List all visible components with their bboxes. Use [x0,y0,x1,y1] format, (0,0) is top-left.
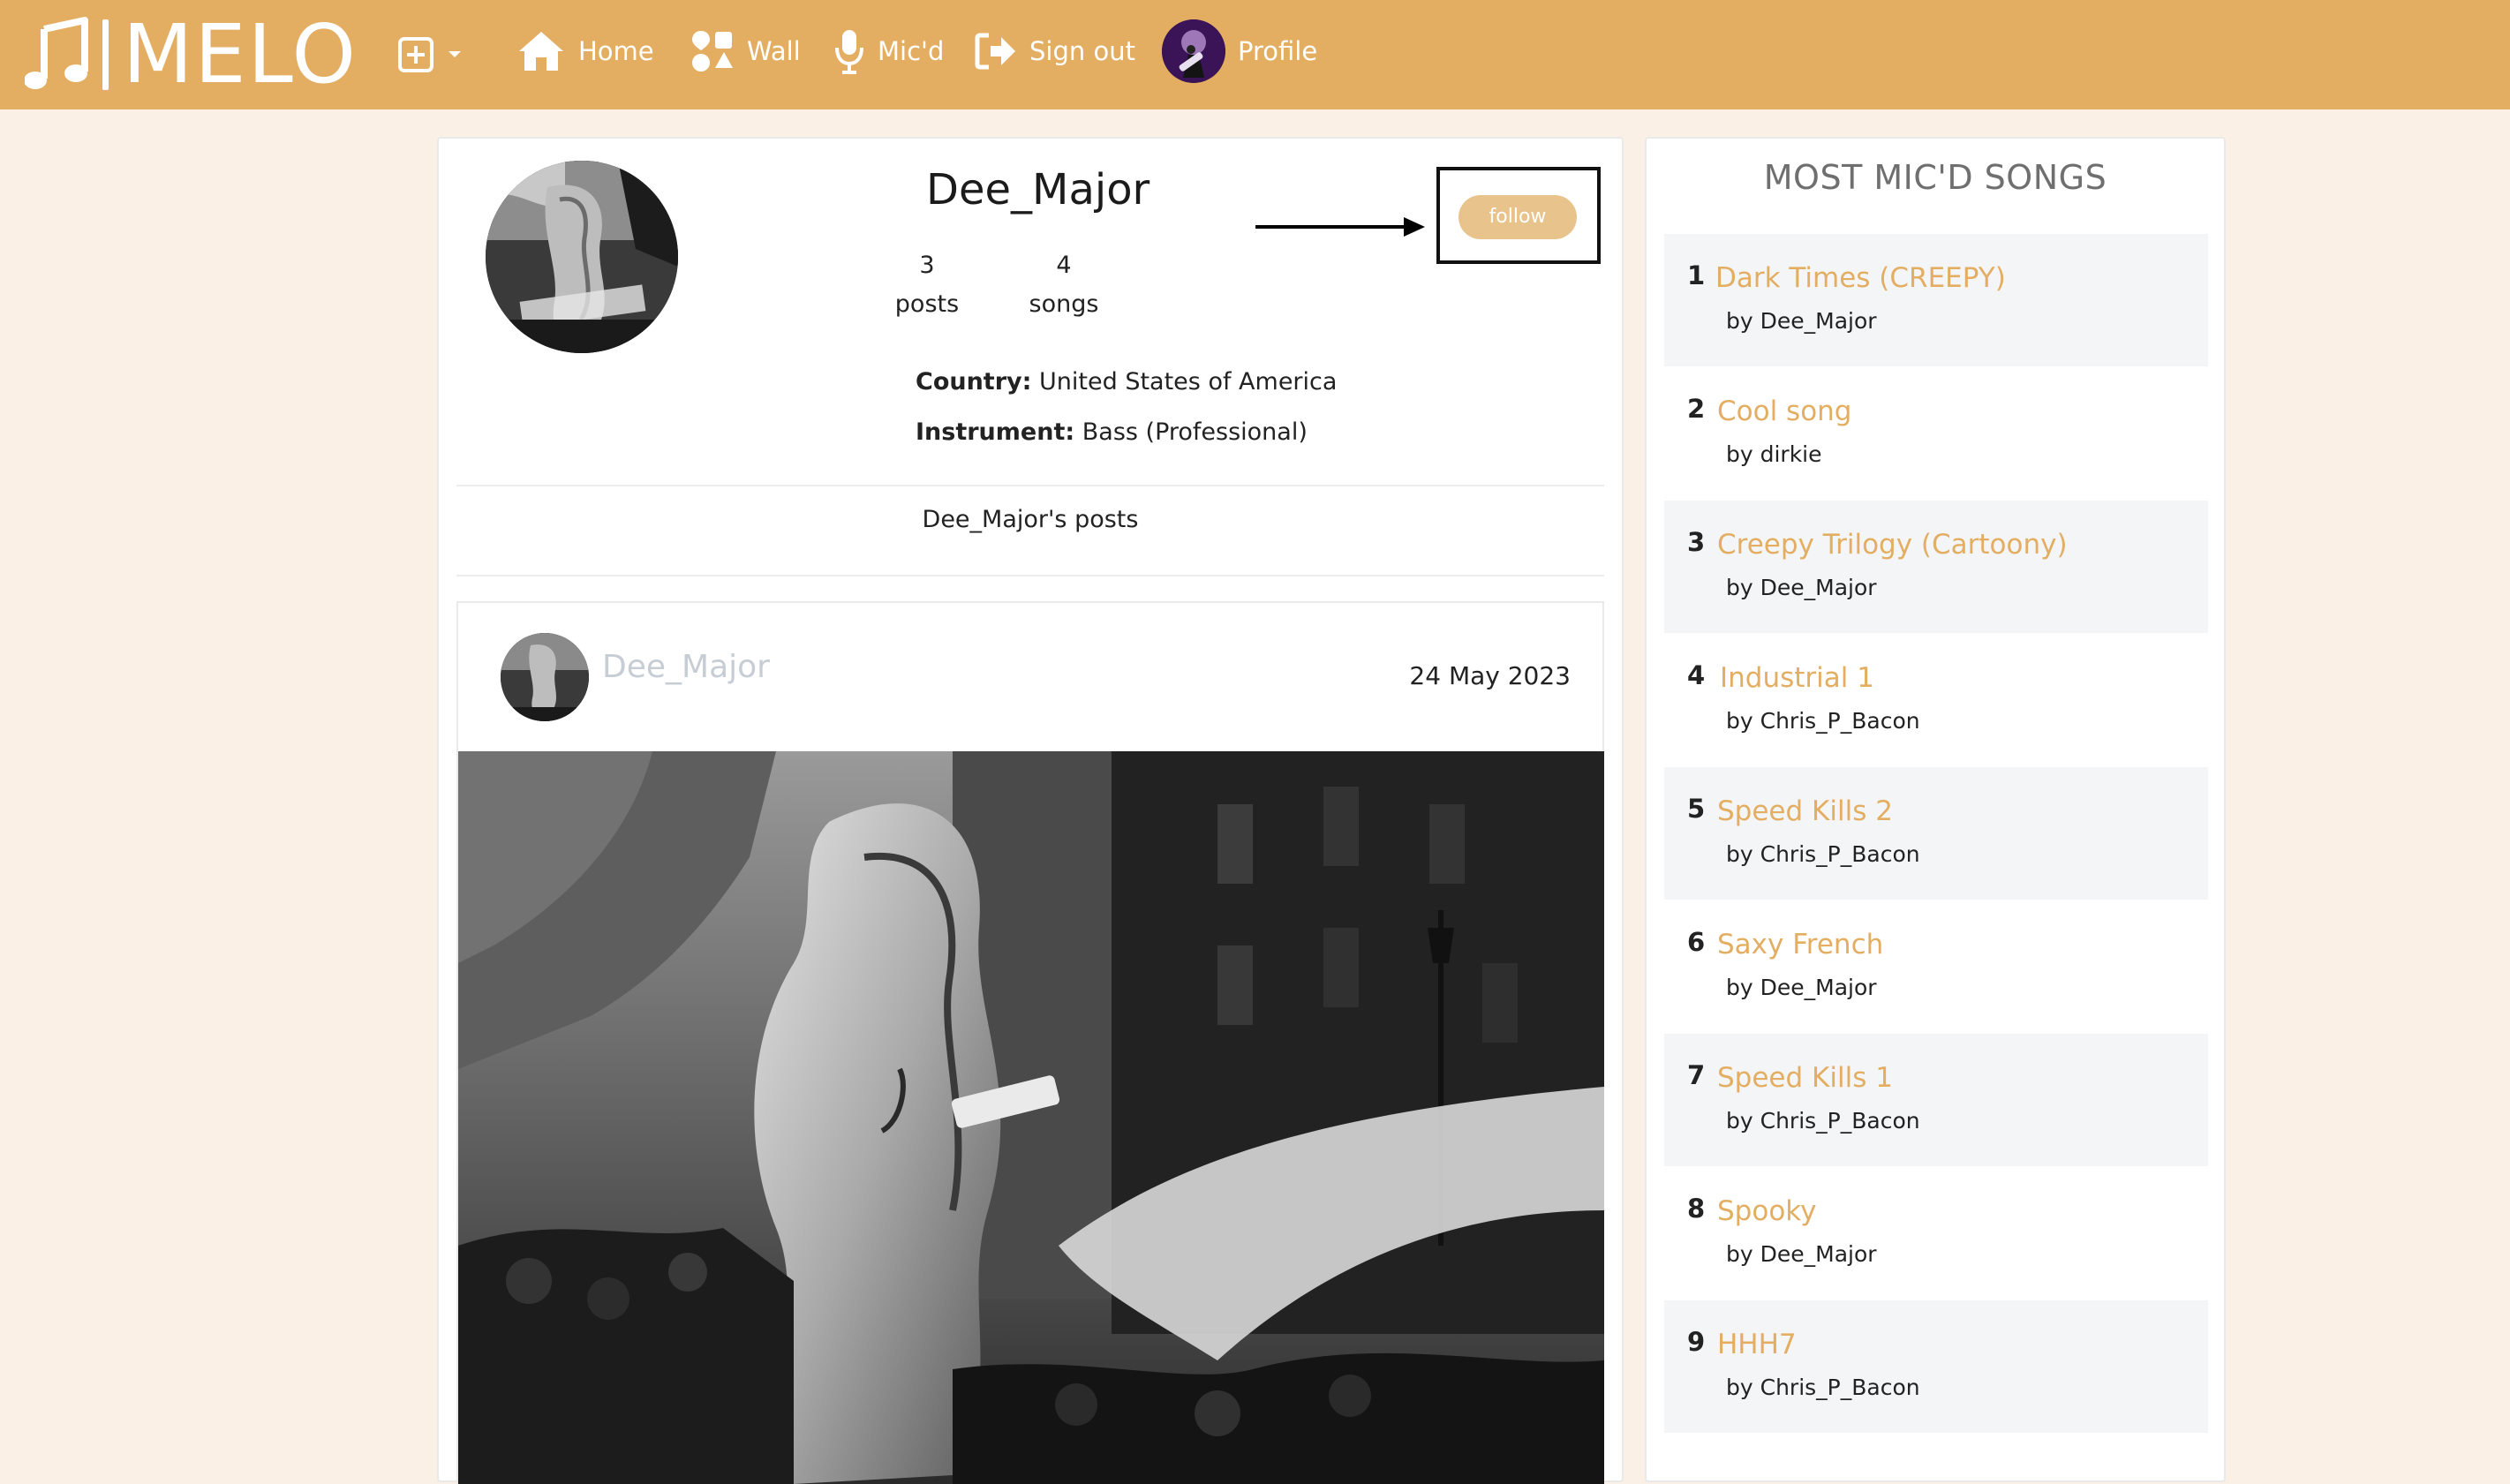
song-title-link[interactable]: Speed Kills 1 [1717,1062,1893,1094]
navbar: MELO Home Wall Mic'd Sign out Profile [0,0,2510,109]
posts-count: 3 [919,252,935,279]
song-rank: 8 [1687,1194,1706,1224]
country-label: Country: [916,368,1032,395]
sign-out-icon [975,33,1015,70]
songs-count: 4 [1056,252,1072,279]
song-title-link[interactable]: Speed Kills 2 [1717,795,1893,827]
list-item: 3 Creepy Trilogy (Cartoony) by Dee_Major [1664,501,2208,633]
guitarist-image [1162,19,1225,83]
song-title-link[interactable]: Industrial 1 [1720,662,1874,694]
nav-sign-out[interactable]: Sign out [975,25,1135,78]
song-artist: by dirkie [1726,441,1822,467]
list-item: 5 Speed Kills 2 by Chris_P_Bacon [1664,767,2208,900]
double-bass-photo [486,161,678,353]
song-rank: 1 [1687,260,1706,290]
logo-divider [102,19,109,90]
music-note-icon [25,17,88,89]
divider [456,575,1604,576]
caret-down-icon [448,51,461,57]
melo-logo[interactable]: MELO [25,12,358,97]
song-artist: by Dee_Major [1726,975,1877,1000]
most-micd-songs-panel: MOST MIC'D SONGS 1 Dark Times (CREEPY) b… [1645,137,2226,1482]
song-title-link[interactable]: HHH7 [1717,1329,1797,1360]
nav-home[interactable]: Home [516,25,654,78]
nav-micd-label: Mic'd [878,36,945,66]
song-title-link[interactable]: Creepy Trilogy (Cartoony) [1717,529,2068,561]
post-image [458,751,1604,1484]
create-dropdown[interactable] [397,32,463,78]
song-artist: by Chris_P_Bacon [1726,708,1920,734]
follow-button[interactable]: follow [1459,195,1577,239]
profile-username: Dee_Major [926,165,1150,215]
instrument-line: Instrument: Bass (Professional) [916,418,1308,446]
post-author-name[interactable]: Dee_Major [602,649,770,685]
profile-card: Dee_Major 3 posts 4 songs Country: Unite… [437,137,1624,1484]
song-title-link[interactable]: Saxy French [1717,929,1883,960]
profile-avatar [486,161,678,353]
home-icon [519,32,563,71]
stat-songs: 4 songs [1011,246,1117,324]
nav-profile-label: Profile [1238,36,1318,66]
nav-profile[interactable]: Profile [1162,19,1317,83]
nav-wall[interactable]: Wall [690,25,801,78]
post-date: 24 May 2023 [1409,661,1571,690]
list-item: 7 Speed Kills 1 by Chris_P_Bacon [1664,1034,2208,1166]
list-item: 2 Cool song by dirkie [1664,367,2208,500]
sidebar-title: MOST MIC'D SONGS [1763,158,2107,197]
follow-highlight-box: follow [1436,167,1601,264]
stat-posts: 3 posts [874,246,980,324]
song-title-link[interactable]: Dark Times (CREEPY) [1715,262,2006,294]
song-title-link[interactable]: Spooky [1717,1195,1816,1227]
post-author-avatar[interactable] [501,633,589,721]
instrument-label: Instrument: [916,418,1075,446]
song-artist: by Chris_P_Bacon [1726,1108,1920,1134]
post-card: Dee_Major 24 May 2023 [456,601,1604,1484]
list-item: 6 Saxy French by Dee_Major [1664,900,2208,1033]
double-bass-thumbnail [501,633,589,721]
shapes-icon [692,31,733,72]
instrument-value: Bass (Professional) [1082,418,1308,446]
posts-label: posts [894,290,960,318]
microphone-icon [835,30,863,74]
arrow-annotation [1255,217,1425,237]
song-rank: 7 [1687,1060,1706,1090]
song-rank: 5 [1687,794,1706,824]
divider [456,485,1604,486]
song-artist: by Dee_Major [1726,1241,1877,1267]
brand-name: MELO [123,7,358,102]
nav-wall-label: Wall [747,36,801,66]
list-item: 9 HHH7 by Chris_P_Bacon [1664,1300,2208,1433]
song-artist: by Dee_Major [1726,575,1877,600]
song-artist: by Chris_P_Bacon [1726,841,1920,867]
list-item: 4 Industrial 1 by Chris_P_Bacon [1664,634,2208,766]
nav-sign-out-label: Sign out [1029,36,1135,66]
double-bass-street-photo [458,751,1604,1484]
song-rank: 4 [1687,660,1706,690]
avatar [1162,19,1225,83]
country-line: Country: United States of America [916,368,1337,395]
song-artist: by Chris_P_Bacon [1726,1375,1920,1400]
list-item: 8 Spooky by Dee_Major [1664,1167,2208,1299]
posts-heading: Dee_Major's posts [922,506,1139,533]
nav-home-label: Home [578,36,654,66]
list-item: 1 Dark Times (CREEPY) by Dee_Major [1664,234,2208,366]
plus-square-icon [398,37,433,72]
songs-label: songs [1029,290,1099,318]
country-value: United States of America [1039,368,1338,395]
song-title-link[interactable]: Cool song [1717,395,1852,427]
song-rank: 3 [1687,527,1706,557]
nav-micd[interactable]: Mic'd [833,25,944,78]
song-rank: 6 [1687,927,1706,957]
song-artist: by Dee_Major [1726,308,1877,334]
song-rank: 9 [1687,1327,1706,1357]
song-rank: 2 [1687,394,1706,424]
